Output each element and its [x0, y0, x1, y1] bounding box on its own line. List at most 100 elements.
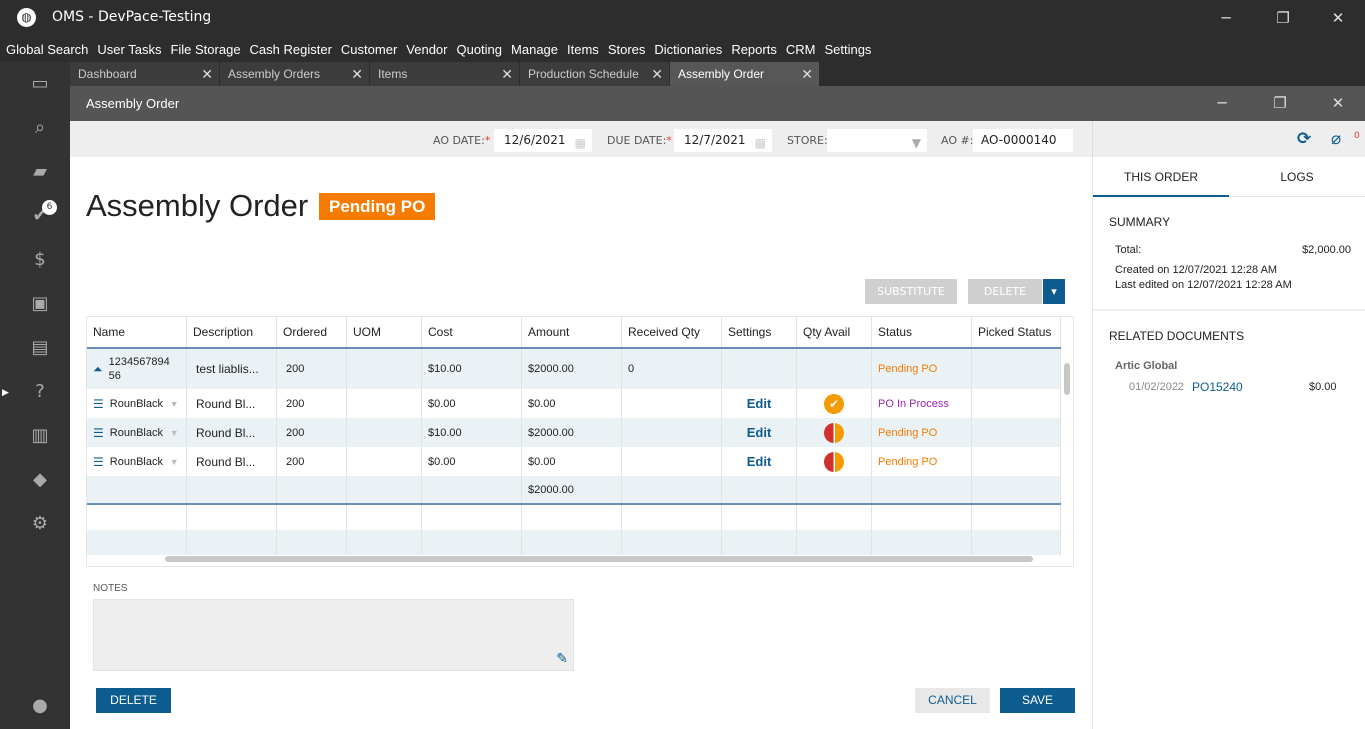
dialog-close-button[interactable]: ✕ — [1326, 91, 1350, 115]
chevron-down-icon[interactable]: ▼ — [170, 399, 179, 409]
save-button[interactable]: SAVE — [1000, 688, 1075, 713]
menu-file-storage[interactable]: File Storage — [170, 36, 240, 62]
calendar-icon[interactable]: ▦ — [575, 132, 586, 155]
tab-production-schedule[interactable]: Production Schedule ✕ — [520, 62, 670, 86]
tab-this-order[interactable]: THIS ORDER — [1093, 157, 1229, 197]
table-row[interactable]: ⏶ 1234567894 56 test liablis... 200 $10.00 $2… — [87, 349, 1061, 389]
chevron-down-icon[interactable]: ▼ — [170, 428, 179, 438]
gear-icon[interactable]: ⚙ — [26, 510, 54, 538]
ao-date-field[interactable]: 12/6/2021 ▦ — [494, 129, 592, 152]
delete-order-button[interactable]: DELETE — [96, 688, 171, 713]
cell-description: Round Bl... — [187, 389, 277, 418]
calendar-icon[interactable]: ▦ — [755, 132, 766, 155]
cancel-button[interactable]: CANCEL — [915, 688, 990, 713]
menu-quoting[interactable]: Quoting — [456, 36, 502, 62]
app-logo-icon: ◍ — [17, 8, 36, 27]
column-header[interactable]: Ordered — [277, 317, 347, 347]
po-link[interactable]: PO15240 — [1192, 380, 1243, 394]
contact-icon[interactable]: ▣ — [26, 290, 54, 318]
tag-icon[interactable]: ◆ — [26, 466, 54, 494]
clipboard-icon[interactable]: ▥ — [26, 422, 54, 450]
component-icon[interactable]: ☰ — [93, 397, 104, 411]
total-row: $2000.00 — [87, 476, 1061, 503]
close-tab-icon[interactable]: ✕ — [651, 62, 663, 86]
cell-uom — [347, 389, 422, 418]
help-clipboard-icon[interactable]: ? — [26, 378, 54, 406]
expand-arrow-icon[interactable]: ▶ — [2, 388, 9, 398]
cell-name[interactable]: ☰ RounBlack ▼ — [87, 447, 187, 476]
tab-label: Dashboard — [78, 67, 137, 81]
menu-reports[interactable]: Reports — [731, 36, 777, 62]
tab-assembly-orders[interactable]: Assembly Orders ✕ — [220, 62, 370, 86]
tab-assembly-order[interactable]: Assembly Order ✕ — [670, 62, 820, 86]
close-tab-icon[interactable]: ✕ — [501, 62, 513, 86]
menu-vendor[interactable]: Vendor — [406, 36, 447, 62]
folder-icon[interactable]: ▰ — [26, 158, 54, 186]
minimize-button[interactable]: ─ — [1214, 6, 1238, 30]
dollar-icon[interactable]: $ — [26, 246, 54, 274]
menu-stores[interactable]: Stores — [608, 36, 646, 62]
cell-name[interactable]: ☰ RounBlack ▼ — [87, 418, 187, 447]
component-icon[interactable]: ☰ — [93, 426, 104, 440]
close-button[interactable]: ✕ — [1326, 6, 1350, 30]
edit-link[interactable]: Edit — [722, 418, 797, 447]
dialog-minimize-button[interactable]: ─ — [1210, 91, 1234, 115]
chevron-down-icon[interactable]: ▼ — [170, 457, 179, 467]
menu-user-tasks[interactable]: User Tasks — [97, 36, 161, 62]
menu-manage[interactable]: Manage — [511, 36, 558, 62]
menu-items[interactable]: Items — [567, 36, 599, 62]
menu-cash-register[interactable]: Cash Register — [250, 36, 332, 62]
restore-button[interactable]: ❐ — [1271, 6, 1295, 30]
menu-crm[interactable]: CRM — [786, 36, 816, 62]
column-header[interactable]: Qty Avail — [797, 317, 872, 347]
menu-global-search[interactable]: Global Search — [6, 36, 88, 62]
substitute-button[interactable]: SUBSTITUTE — [865, 279, 957, 304]
close-tab-icon[interactable]: ✕ — [351, 62, 363, 86]
delete-line-button[interactable]: DELETE — [968, 279, 1042, 304]
vertical-scrollbar[interactable] — [1064, 363, 1070, 395]
column-header[interactable]: Amount — [522, 317, 622, 347]
table-row[interactable]: ☰ RounBlack ▼ Round Bl... 200 $0.00 $0.00 Edit P… — [87, 447, 1061, 476]
tab-logs[interactable]: LOGS — [1229, 157, 1365, 197]
column-header[interactable]: Status — [872, 317, 972, 347]
column-header[interactable]: Picked Status — [972, 317, 1061, 347]
refresh-icon[interactable]: ⟳ — [1297, 129, 1311, 149]
column-header[interactable]: Received Qty — [622, 317, 722, 347]
column-header[interactable]: Cost — [422, 317, 522, 347]
ao-number-field[interactable]: AO-0000140 — [973, 129, 1073, 152]
user-icon[interactable]: ● — [26, 692, 54, 720]
menu-settings[interactable]: Settings — [824, 36, 871, 62]
store-select[interactable]: ▼ — [827, 129, 927, 152]
actions-dropdown-button[interactable]: ▾ — [1043, 279, 1065, 304]
menu-dictionaries[interactable]: Dictionaries — [654, 36, 722, 62]
table-row[interactable]: ☰ RounBlack ▼ Round Bl... 200 $10.00 $2000.00 E… — [87, 418, 1061, 447]
tab-dashboard[interactable]: Dashboard ✕ — [70, 62, 220, 86]
component-icon[interactable]: ☰ — [93, 455, 104, 469]
dialog-restore-button[interactable]: ❐ — [1268, 91, 1292, 115]
column-header[interactable]: Name — [87, 317, 187, 347]
assembly-collapse-icon[interactable]: ⏶ — [93, 362, 103, 377]
column-header[interactable]: UOM — [347, 317, 422, 347]
cell-empty — [422, 505, 522, 530]
cell-total — [722, 476, 797, 503]
edit-link[interactable]: Edit — [722, 389, 797, 418]
menu-customer[interactable]: Customer — [341, 36, 397, 62]
dashboard-icon[interactable]: ▭ — [26, 70, 54, 98]
cell-status: Pending PO — [872, 418, 972, 447]
paperclip-icon[interactable]: ⌀ — [1331, 129, 1341, 149]
notes-textarea[interactable]: ✎ — [93, 599, 574, 671]
close-tab-icon[interactable]: ✕ — [201, 62, 213, 86]
cell-total — [277, 476, 347, 503]
horizontal-scrollbar[interactable] — [165, 556, 1033, 562]
cell-name[interactable]: ☰ RounBlack ▼ — [87, 389, 187, 418]
pencil-icon[interactable]: ✎ — [556, 651, 568, 667]
table-row[interactable]: ☰ RounBlack ▼ Round Bl... 200 $0.00 $0.00 Edit ✔… — [87, 389, 1061, 418]
column-header[interactable]: Settings — [722, 317, 797, 347]
column-header[interactable]: Description — [187, 317, 277, 347]
due-date-field[interactable]: 12/7/2021 ▦ — [674, 129, 772, 152]
search-icon[interactable]: ⌕ — [26, 114, 54, 142]
store-icon[interactable]: ▤ — [26, 334, 54, 362]
edit-link[interactable]: Edit — [722, 447, 797, 476]
close-tab-icon[interactable]: ✕ — [801, 62, 813, 86]
tab-items[interactable]: Items ✕ — [370, 62, 520, 86]
